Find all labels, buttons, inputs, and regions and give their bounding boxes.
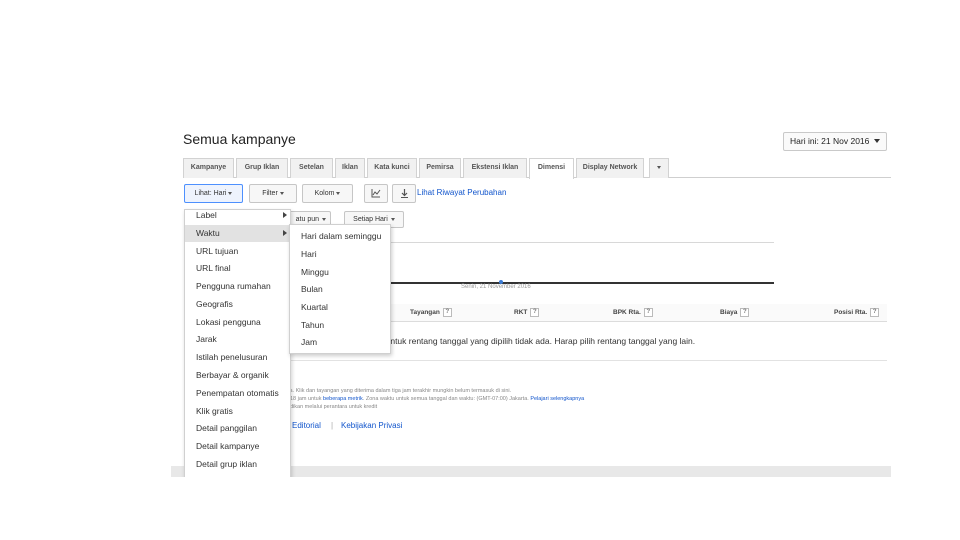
menu-item-adgroup-details[interactable]: Detail grup iklan [185,456,290,473]
chevron-down-icon [336,191,341,195]
menu-item-time[interactable]: Waktu [185,225,290,242]
submenu-item-day[interactable]: Hari [290,246,390,263]
menu-item-search-terms[interactable]: Istilah penelusuran [185,349,290,366]
help-icon: ? [870,308,880,317]
submenu-item-day-of-week[interactable]: Hari dalam seminggu [290,228,390,245]
submenu-item-month[interactable]: Bulan [290,281,390,298]
learn-more-link[interactable]: Pelajari selengkapnya [530,396,584,402]
tab-ekstensi-iklan[interactable]: Ekstensi Iklan [463,158,527,178]
tab-grup-iklan[interactable]: Grup Iklan [236,158,288,178]
metrics-link[interactable]: beberapa metrik [323,396,363,402]
chart-toggle-button[interactable] [364,184,388,203]
filter-label: Filter [262,190,278,197]
view-dropdown-menu: Label Waktu URL tujuan URL final Penggun… [184,209,291,477]
column-header-avg-position[interactable]: Posisi Rta.? [834,308,880,317]
menu-item-geographic[interactable]: Geografis [185,296,290,313]
submenu-item-year[interactable]: Tahun [290,317,390,334]
menu-item-label[interactable]: Label [185,207,290,224]
chevron-down-icon [279,191,284,195]
view-dropdown-button[interactable]: Lihat: Hari [184,184,243,203]
chevron-down-icon [228,191,233,195]
frequency-label: Setiap Hari [353,216,388,223]
menu-item-paid-organic[interactable]: Berbayar & organik [185,367,290,384]
menu-item-home-users[interactable]: Pengguna rumahan [185,278,290,295]
chart-date-label: Senin, 21 November 2016 [461,284,531,290]
tab-kata-kunci[interactable]: Kata kunci [367,158,417,178]
empty-table-message: k untuk rentang tanggal yang dipilih tid… [379,336,696,346]
menu-item-call-details[interactable]: Detail panggilan [185,420,290,437]
menu-item-campaign-details[interactable]: Detail kampanye [185,438,290,455]
tab-display-network[interactable]: Display Network [576,158,644,178]
footer-separator: | [331,421,334,430]
submenu-item-quarter[interactable]: Kuartal [290,299,390,316]
download-button[interactable] [392,184,416,203]
menu-item-distance[interactable]: Jarak [185,331,290,348]
column-header-ctr[interactable]: RKT? [514,308,540,317]
chevron-down-icon [657,165,661,169]
editorial-link[interactable]: Editorial [292,421,321,430]
help-icon: ? [442,308,452,317]
adwords-screenshot: Semua kampanye Hari ini: 21 Nov 2016 Kam… [171,125,891,477]
help-icon: ? [740,308,750,317]
menu-item-free-clicks[interactable]: Klik gratis [185,403,290,420]
tab-bar: Kampanye Grup Iklan Setelan Iklan Kata k… [183,158,891,179]
menu-item-destination-url[interactable]: URL tujuan [185,243,290,260]
tab-iklan[interactable]: Iklan [335,158,365,178]
date-range-button[interactable]: Hari ini: 21 Nov 2016 [783,132,887,151]
time-submenu: Hari dalam seminggu Hari Minggu Bulan Ku… [289,224,391,354]
footer-note-3: dikan melalui perantara untuk kredit [290,404,378,410]
line-chart-icon [371,189,381,198]
view-label: Lihat: Hari [194,190,227,197]
download-icon [400,189,408,198]
tab-more[interactable] [649,158,669,178]
column-header-impressions[interactable]: Tayangan? [410,308,452,317]
chevron-down-icon [322,217,326,221]
tab-kampanye[interactable]: Kampanye [183,158,234,178]
submenu-item-week[interactable]: Minggu [290,264,390,281]
submenu-item-hour[interactable]: Jam [290,334,390,351]
filter-button[interactable]: Filter [249,184,297,203]
chevron-down-icon [390,217,395,221]
help-icon: ? [530,308,540,317]
footer-note-2: 18 jam untuk beberapa metrik. Zona waktu… [290,396,585,402]
privacy-policy-link[interactable]: Kebijakan Privasi [341,421,402,430]
chevron-right-icon [283,212,287,218]
menu-item-user-location[interactable]: Lokasi pengguna [185,314,290,331]
chevron-right-icon [283,230,287,236]
menu-item-automatic-placements[interactable]: Penempatan otomatis [185,385,290,402]
footer-note-1: ta. Klik dan tayangan yang diterima dala… [288,388,512,394]
help-icon: ? [643,308,653,317]
date-range-label: Hari ini: 21 Nov 2016 [790,136,870,146]
segment-label: atu pun [295,216,319,223]
tab-dimensi[interactable]: Dimensi [529,158,574,179]
chevron-down-icon [874,139,880,143]
tab-setelan[interactable]: Setelan [290,158,333,178]
column-header-avg-cpc[interactable]: BPK Rta.? [613,308,653,317]
change-history-link[interactable]: Lihat Riwayat Perubahan [417,188,506,197]
column-header-cost[interactable]: Biaya? [720,308,750,317]
table-divider [290,360,887,361]
page-title: Semua kampanye [183,131,296,147]
columns-button[interactable]: Kolom [302,184,353,203]
tab-pemirsa[interactable]: Pemirsa [419,158,461,178]
menu-item-final-url[interactable]: URL final [185,260,290,277]
columns-label: Kolom [314,190,335,197]
